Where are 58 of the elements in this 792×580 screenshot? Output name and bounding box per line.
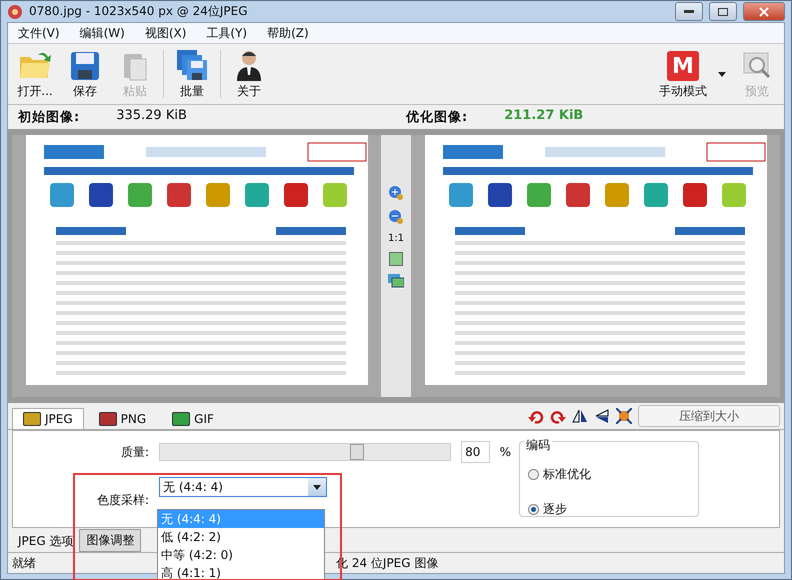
toolbar-button[interactable]: 保存 <box>60 44 110 104</box>
toolbar-button[interactable]: 批量 <box>167 44 217 104</box>
actual-size-button[interactable]: 1:1 <box>388 233 404 244</box>
format-tab[interactable]: JPEG <box>12 408 84 429</box>
caret-icon[interactable] <box>718 72 726 76</box>
quality-slider[interactable] <box>159 443 452 461</box>
dropdown-option[interactable]: 中等 (4:2: 0) <box>158 546 324 564</box>
quality-input[interactable]: 80 <box>461 441 490 463</box>
chroma-dropdown[interactable]: 无 (4:4: 4) <box>159 477 327 497</box>
radio-icon[interactable] <box>528 504 539 515</box>
format-tab[interactable]: GIF <box>161 408 225 429</box>
zoom-in-icon[interactable] <box>388 185 404 201</box>
minimize-button[interactable] <box>675 2 703 21</box>
original-image-label: 初始图像: <box>18 108 80 126</box>
pictures-icon[interactable] <box>388 274 404 288</box>
menu-item[interactable]: 帮助(Z) <box>257 24 319 42</box>
flip-vertical-icon[interactable] <box>594 408 610 424</box>
optimized-image-label: 优化图像: <box>406 109 468 126</box>
compress-to-size-button[interactable]: 压缩到大小 <box>638 405 780 427</box>
status-text: 就绪 <box>12 554 36 572</box>
dropdown-option[interactable]: 低 (4:2: 2) <box>158 528 324 546</box>
format-tab[interactable]: PNG <box>88 408 158 429</box>
menu-item[interactable]: 视图(X) <box>134 24 196 42</box>
original-size: 335.29 KiB <box>116 108 187 125</box>
close-icon <box>759 6 769 16</box>
flip-horizontal-icon[interactable] <box>572 408 588 424</box>
maximize-button[interactable] <box>709 2 737 21</box>
toolbar-button[interactable]: 关于 <box>224 44 274 104</box>
stacked-floppy-disks-icon <box>176 49 208 81</box>
menu-item[interactable]: 编辑(W) <box>70 24 135 42</box>
clipboard-icon <box>121 51 149 81</box>
caret-icon <box>313 484 321 490</box>
quality-label: 质量: <box>120 444 150 460</box>
toolbar-button[interactable]: 打开... <box>10 44 60 104</box>
window-title: 0780.jpg - 1023x540 px @ 24位JPEG <box>29 3 249 20</box>
close-button[interactable] <box>743 2 785 21</box>
radio-icon[interactable] <box>528 469 539 480</box>
zoom-out-icon[interactable] <box>388 209 404 225</box>
optimized-size: 211.27 KiB <box>504 108 584 125</box>
manual-mode-button[interactable]: M 手动模式 <box>654 44 712 104</box>
person-icon <box>236 49 262 81</box>
maximize-icon <box>718 8 728 16</box>
magnifier-icon <box>742 51 772 81</box>
app-icon <box>7 4 23 20</box>
fit-icon[interactable] <box>616 408 632 424</box>
chroma-label: 色度采样: <box>96 492 150 508</box>
rotate-right-icon[interactable] <box>550 408 566 424</box>
dropdown-option[interactable]: 高 (4:1: 1) <box>158 564 324 580</box>
menu-item[interactable]: 工具(Y) <box>196 24 258 42</box>
picture-icon[interactable] <box>389 252 403 266</box>
menu-item[interactable]: 文件(V) <box>8 24 70 42</box>
radio-option[interactable]: 逐步 <box>528 501 690 518</box>
radio-option[interactable]: 标准优化 <box>528 466 690 483</box>
rotate-left-icon[interactable] <box>528 408 544 424</box>
minimize-icon <box>684 10 694 14</box>
options-tab[interactable]: 图像调整 <box>79 529 142 552</box>
slider-thumb[interactable] <box>350 444 364 460</box>
percent-label: % <box>500 445 511 459</box>
